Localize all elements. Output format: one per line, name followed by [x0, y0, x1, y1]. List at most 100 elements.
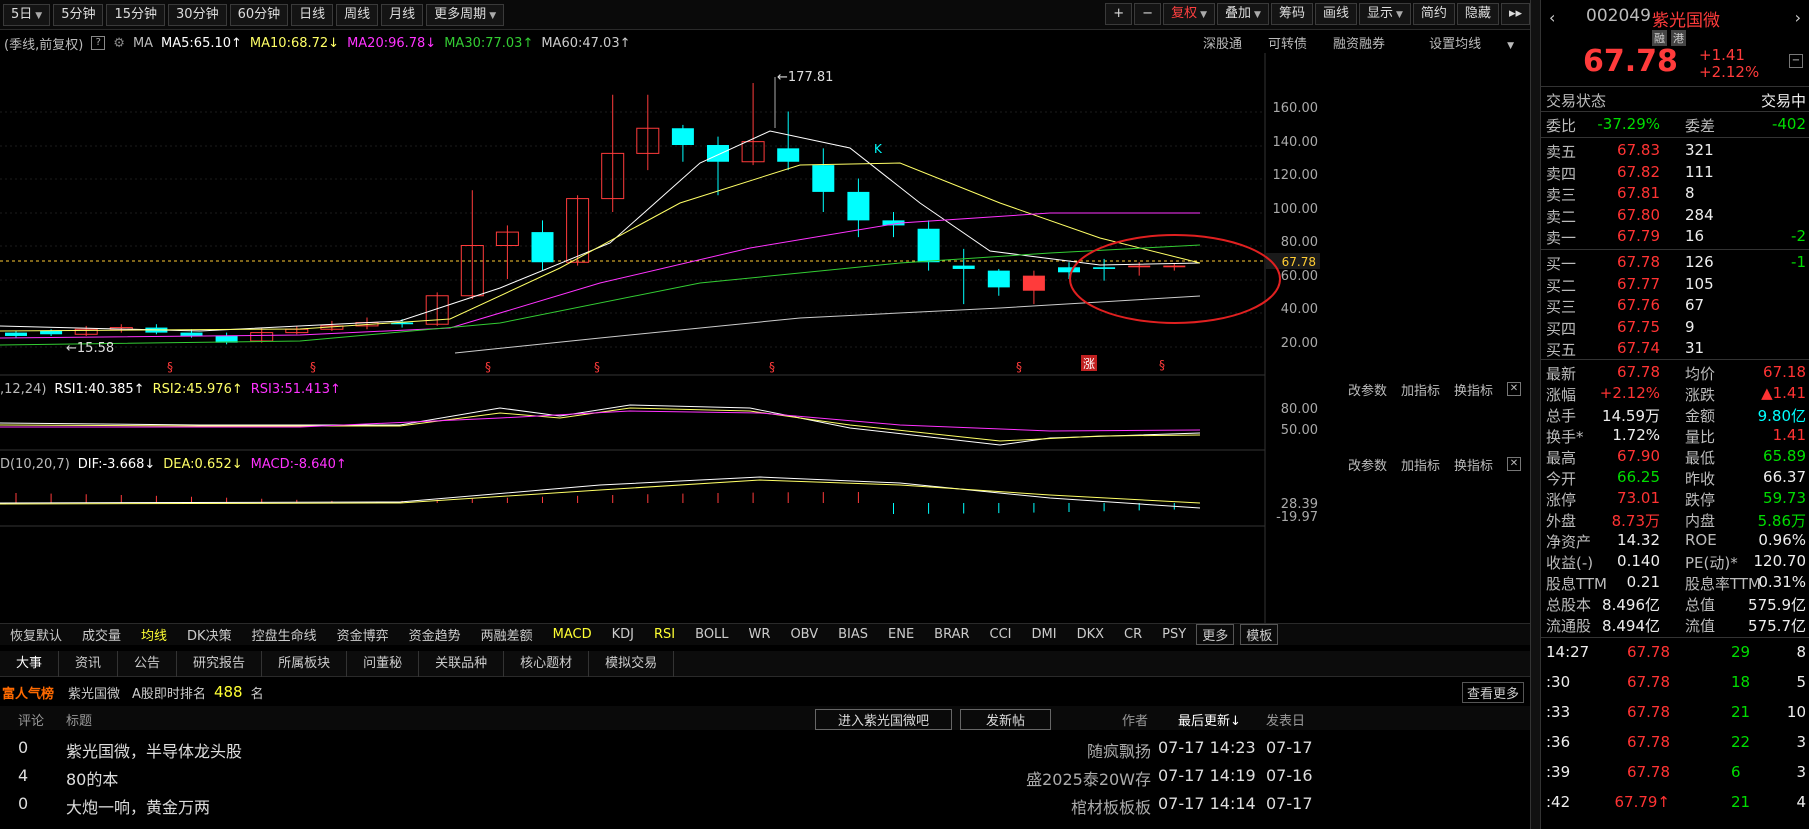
news-title[interactable]: 紫光国微，半导体龙头股 [66, 738, 242, 762]
help-icon[interactable]: ? [91, 36, 106, 50]
simple-button[interactable]: 简约 [1412, 3, 1455, 25]
period-5min[interactable]: 5分钟 [53, 3, 104, 26]
rsi-switch-indicator[interactable]: 换指标 [1454, 380, 1493, 399]
period-60min[interactable]: 60分钟 [229, 3, 289, 26]
rsi-edit-params[interactable]: 改参数 [1348, 380, 1387, 399]
tab-brar[interactable]: BRAR [924, 627, 979, 642]
panel-splitter[interactable] [1530, 0, 1540, 829]
tab-research[interactable]: 研究报告 [177, 650, 263, 677]
close-icon[interactable]: ✕ [1507, 457, 1521, 471]
tab-announcements[interactable]: 公告 [118, 650, 178, 677]
bid-price: 67.77 [1617, 274, 1660, 293]
ask-volume: 8 [1685, 184, 1695, 202]
period-5day[interactable]: 5日 ▼ [3, 3, 51, 26]
tab-events[interactable]: 大事 [0, 650, 60, 677]
minus-icon[interactable]: − [1789, 54, 1803, 68]
display-button[interactable]: 显示 ▼ [1358, 3, 1411, 25]
tab-ask-secretary[interactable]: 问董秘 [347, 650, 420, 677]
event-marker[interactable]: § [769, 360, 775, 374]
event-marker[interactable]: § [1159, 358, 1165, 372]
tab-more[interactable]: 更多 [1196, 624, 1235, 645]
close-icon[interactable]: ✕ [1507, 382, 1521, 396]
link-margin[interactable]: 融资融券 [1333, 33, 1385, 52]
chips-button[interactable]: 筹码 [1270, 3, 1313, 25]
stat-label: 涨幅 [1546, 386, 1577, 404]
back-icon[interactable]: ‹ [1549, 8, 1555, 27]
forward-icon[interactable]: › [1795, 8, 1801, 27]
tab-macd[interactable]: MACD [543, 627, 602, 642]
tab-lifeline[interactable]: 控盘生命线 [242, 625, 327, 644]
period-more[interactable]: 更多周期 ▼ [426, 3, 505, 26]
tab-template[interactable]: 模板 [1240, 624, 1279, 645]
tab-related[interactable]: 关联品种 [419, 650, 505, 677]
tab-volume[interactable]: 成交量 [72, 625, 131, 644]
link-set-ma[interactable]: 设置均线 ▼ [1411, 33, 1522, 52]
macd-add-indicator[interactable]: 加指标 [1401, 455, 1440, 474]
tab-rsi[interactable]: RSI [644, 627, 685, 642]
period-30min[interactable]: 30分钟 [168, 3, 227, 26]
draw-button[interactable]: 画线 [1314, 3, 1357, 25]
stat-row: 涨停 73.01 跌停 59.73 [1541, 489, 1809, 510]
tab-themes[interactable]: 核心题材 [504, 650, 590, 677]
macd-switch-indicator[interactable]: 换指标 [1454, 455, 1493, 474]
tab-fund-trend[interactable]: 资金趋势 [399, 625, 471, 644]
news-author[interactable]: 棺材板板板 [1071, 794, 1151, 818]
tab-cr[interactable]: CR [1114, 627, 1152, 642]
hide-button[interactable]: 隐藏 [1456, 3, 1499, 25]
tab-boll[interactable]: BOLL [685, 627, 738, 642]
period-month[interactable]: 月线 [381, 3, 424, 26]
view-more-button[interactable]: 查看更多 [1461, 681, 1524, 703]
news-title[interactable]: 大炮一响，黄金万两 [66, 794, 210, 818]
rsi-add-indicator[interactable]: 加指标 [1401, 380, 1440, 399]
stat-row: 换手* 1.72% 量比 1.41 [1541, 426, 1809, 447]
tab-fund-game[interactable]: 资金博弈 [327, 625, 399, 644]
tab-sim-trade[interactable]: 模拟交易 [589, 650, 675, 677]
tab-psy[interactable]: PSY [1152, 627, 1196, 642]
event-marker[interactable]: § [594, 360, 600, 374]
forward-icon[interactable]: ▸▸ [1500, 3, 1530, 25]
enter-forum-button[interactable]: 进入紫光国微吧 [815, 709, 952, 730]
tab-bias[interactable]: BIAS [828, 627, 878, 642]
col-updated[interactable]: 最后更新↓ [1178, 710, 1241, 729]
tab-reset[interactable]: 恢复默认 [0, 625, 72, 644]
new-post-button[interactable]: 发新帖 [960, 709, 1051, 730]
zoom-out-button[interactable]: − [1134, 3, 1162, 25]
period-15min[interactable]: 15分钟 [106, 3, 166, 26]
gear-icon[interactable]: ⚙ [113, 36, 125, 51]
tab-obv[interactable]: OBV [780, 627, 828, 642]
stat-row: 最高 67.90 最低 65.89 [1541, 447, 1809, 468]
link-shengutong[interactable]: 深股通 [1203, 33, 1242, 52]
rsi-lines [0, 404, 1201, 446]
tab-sectors[interactable]: 所属板块 [262, 650, 348, 677]
macd-edit-params[interactable]: 改参数 [1348, 455, 1387, 474]
period-day[interactable]: 日线 [291, 3, 334, 26]
event-marker[interactable]: § [310, 360, 316, 374]
news-title[interactable]: 80的本 [66, 766, 118, 790]
tab-cci[interactable]: CCI [980, 627, 1022, 642]
news-author[interactable]: 盛2025泰20W存 [1026, 766, 1151, 790]
news-author[interactable]: 随疯飘扬 [1087, 738, 1151, 762]
overlay-button[interactable]: 叠加 ▼ [1217, 3, 1269, 25]
y-tick: 120.00 [1272, 168, 1319, 183]
event-marker[interactable]: § [485, 360, 491, 374]
tab-news[interactable]: 资讯 [59, 650, 119, 677]
tab-kdj[interactable]: KDJ [602, 627, 644, 642]
tab-wr[interactable]: WR [739, 627, 781, 642]
tab-dk[interactable]: DK决策 [177, 625, 242, 644]
tab-ma[interactable]: 均线 [131, 625, 177, 644]
link-convertible[interactable]: 可转债 [1268, 33, 1307, 52]
tab-ene[interactable]: ENE [878, 627, 924, 642]
event-marker[interactable]: § [167, 360, 173, 374]
event-marker[interactable]: § [1016, 360, 1022, 374]
news-row[interactable]: 0 紫光国微，半导体龙头股 随疯飘扬 07-17 14:23 07-17 [0, 734, 1530, 762]
tick-count: 3 [1796, 763, 1806, 781]
zoom-in-button[interactable]: + [1105, 3, 1133, 25]
news-row[interactable]: 0 大炮一响，黄金万两 棺材板板板 07-17 14:14 07-17 [0, 790, 1530, 818]
tab-dkx[interactable]: DKX [1067, 627, 1114, 642]
tab-margin-diff[interactable]: 两融差额 [471, 625, 543, 644]
fuquan-button[interactable]: 复权 ▼ [1163, 3, 1215, 25]
period-week[interactable]: 周线 [336, 3, 379, 26]
tab-dmi[interactable]: DMI [1022, 627, 1067, 642]
news-row[interactable]: 4 80的本 盛2025泰20W存 07-17 14:19 07-16 [0, 762, 1530, 790]
indicator-tabs: 恢复默认 成交量 均线 DK决策 控盘生命线 资金博弈 资金趋势 两融差额 MA… [0, 623, 1530, 645]
